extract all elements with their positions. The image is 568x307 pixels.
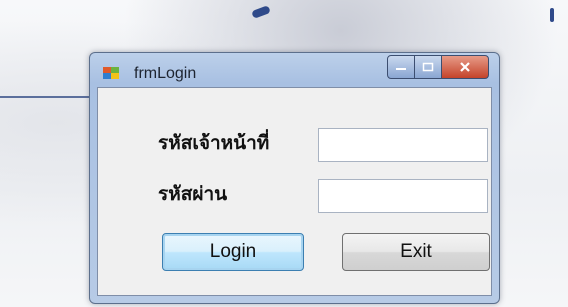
password-label: รหัสผ่าน <box>158 183 228 205</box>
close-button[interactable] <box>442 55 489 79</box>
maximize-icon <box>422 62 434 72</box>
background-decoration <box>550 8 554 22</box>
minimize-icon <box>396 68 406 70</box>
window-title: frmLogin <box>134 65 197 82</box>
staff-id-input[interactable] <box>318 128 488 162</box>
app-icon[interactable] <box>102 65 122 81</box>
close-icon <box>460 62 470 72</box>
password-input[interactable] <box>318 179 488 213</box>
form-client-area: รหัสเจ้าหน้าที่ รหัสผ่าน Login Exit <box>97 87 492 296</box>
maximize-button[interactable] <box>415 55 442 79</box>
title-bar[interactable]: frmLogin <box>90 53 499 89</box>
staff-id-label: รหัสเจ้าหน้าที่ <box>158 132 270 154</box>
exit-button[interactable]: Exit <box>342 233 490 271</box>
caption-buttons <box>387 55 489 79</box>
login-button[interactable]: Login <box>162 233 304 271</box>
minimize-button[interactable] <box>387 55 415 79</box>
login-window: frmLogin รหัสเจ้าหน้าที่ รหัสผ่าน Login … <box>89 52 500 304</box>
background-decoration <box>0 96 95 98</box>
